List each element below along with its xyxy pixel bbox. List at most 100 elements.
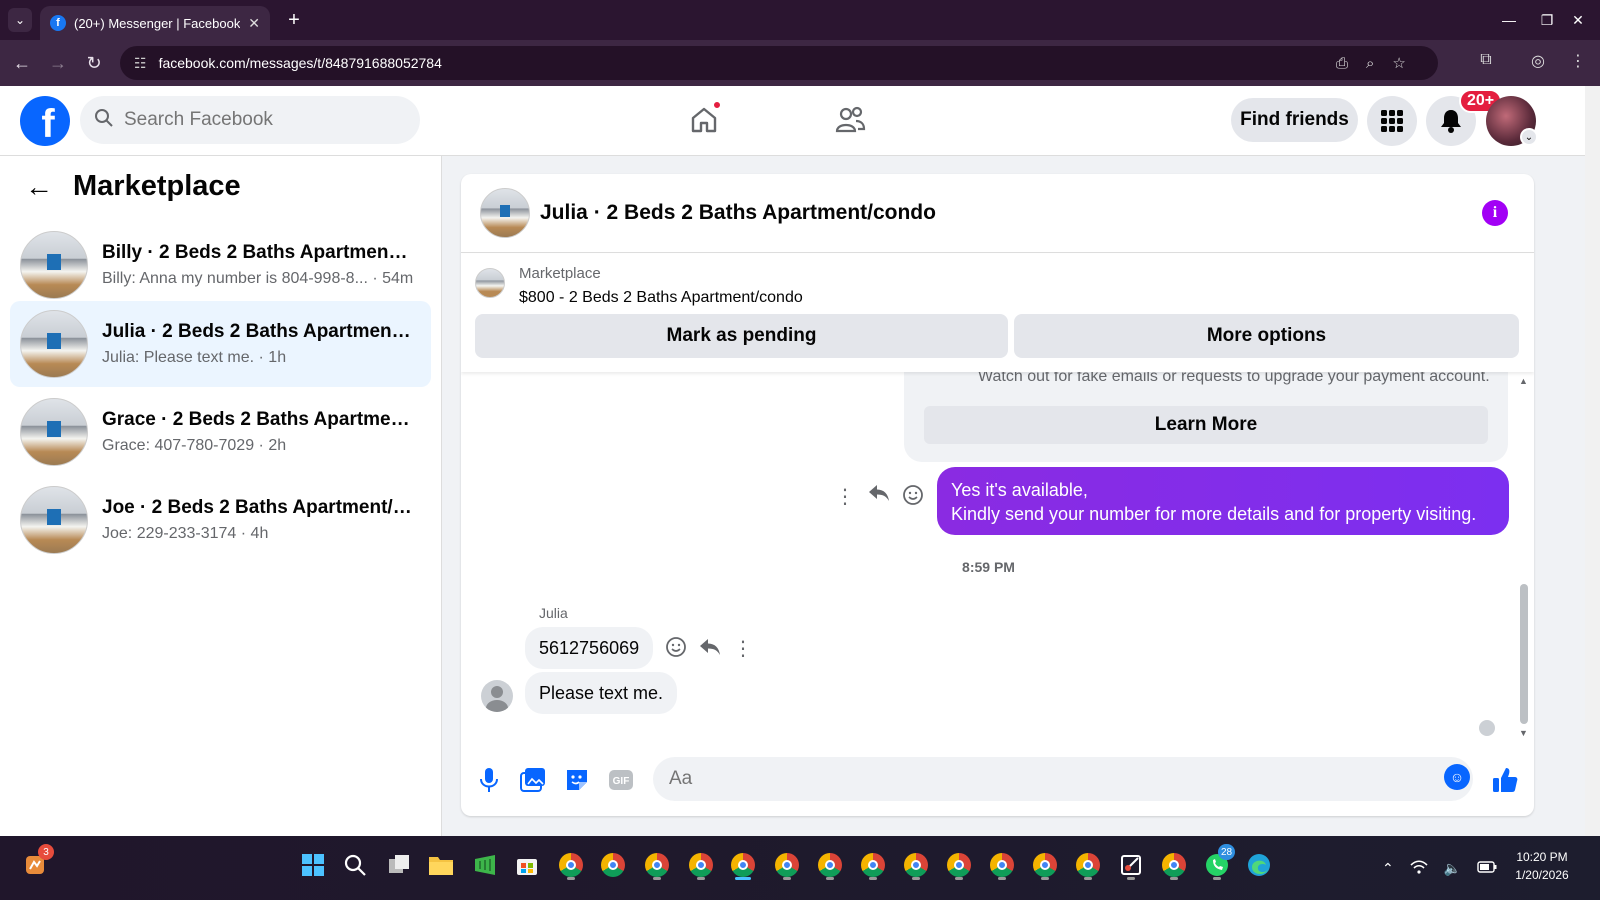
message-more-icon[interactable]: ⋮ <box>833 484 857 509</box>
close-window-icon[interactable]: ✕ <box>1560 6 1596 34</box>
chrome-window-icon[interactable] <box>944 850 974 880</box>
chrome-window-icon[interactable] <box>1030 850 1060 880</box>
url-omnibox[interactable]: ☷ facebook.com/messages/t/84879168805278… <box>120 46 1438 80</box>
chrome-window-icon[interactable] <box>598 850 628 880</box>
message-more-icon[interactable]: ⋮ <box>731 636 755 661</box>
conversation-preview: Grace: 407-780-7029 · 2h <box>102 437 287 454</box>
chrome-window-icon[interactable] <box>556 850 586 880</box>
marketplace-sidebar: ← Marketplace Billy · 2 Beds 2 Baths Apa… <box>0 156 442 836</box>
start-windows-icon[interactable] <box>298 850 328 880</box>
learn-more-button[interactable]: Learn More <box>924 406 1488 444</box>
tab-search-icon[interactable]: ⌄ <box>8 8 32 32</box>
conversation-item-billy[interactable]: Billy · 2 Beds 2 Baths Apartment/c... Bi… <box>10 222 431 308</box>
search-input[interactable] <box>124 109 384 131</box>
react-smiley-icon[interactable] <box>664 636 688 664</box>
emoji-picker-icon[interactable]: ☺ <box>1444 764 1470 790</box>
zoom-icon[interactable]: ⌕ <box>1366 55 1374 72</box>
show-hidden-icons-chevron-icon[interactable]: ⌃ <box>1382 860 1394 877</box>
outgoing-message-bubble[interactable]: Yes it's available, Kindly send your num… <box>937 467 1509 535</box>
chrome-window-icon[interactable] <box>901 850 931 880</box>
microsoft-store-icon[interactable] <box>512 850 542 880</box>
taskbar-search-icon[interactable] <box>340 850 370 880</box>
reload-icon[interactable]: ↻ <box>82 51 106 75</box>
whatsapp-icon[interactable]: 28 <box>1202 844 1236 880</box>
facebook-favicon-icon: f <box>50 15 66 31</box>
incoming-message-bubble[interactable]: Please text me. <box>525 672 678 714</box>
message-composer: GIF ☺ <box>461 752 1534 808</box>
browser-tab-messenger[interactable]: f (20+) Messenger | Facebook ✕ <box>40 6 270 40</box>
chat-scrollbar[interactable]: ▲ ▼ <box>1517 372 1529 742</box>
chat-listing-avatar[interactable] <box>480 188 530 238</box>
scroll-thumb[interactable] <box>1520 584 1528 724</box>
back-arrow-icon[interactable]: ← <box>25 171 53 203</box>
listing-price-title[interactable]: $800 - 2 Beds 2 Baths Apartment/condo <box>519 289 803 307</box>
message-input-box[interactable] <box>653 757 1473 801</box>
julia-avatar[interactable] <box>481 680 513 712</box>
profile-icon[interactable]: ◎ <box>1526 51 1550 71</box>
page-scrollbar[interactable] <box>1585 86 1600 836</box>
volume-icon[interactable]: 🔈 <box>1444 860 1461 877</box>
chrome-window-icon[interactable] <box>686 850 716 880</box>
chrome-window-icon[interactable] <box>1073 850 1103 880</box>
bookmark-star-icon[interactable]: ☆ <box>1392 54 1405 72</box>
file-explorer-icon[interactable] <box>426 850 456 880</box>
friends-icon[interactable] <box>830 100 870 140</box>
message-input[interactable] <box>669 768 1429 790</box>
minimize-icon[interactable]: — <box>1486 6 1532 34</box>
message-list[interactable]: Watch out for fake emails or requests to… <box>461 372 1534 742</box>
extensions-icon[interactable]: ⧉ <box>1474 51 1498 69</box>
snipping-tool-icon[interactable] <box>1116 850 1146 880</box>
chrome-window-icon[interactable] <box>772 850 802 880</box>
chrome-window-icon[interactable] <box>987 850 1017 880</box>
facebook-logo-icon[interactable]: f <box>20 96 70 146</box>
chrome-window-icon-active[interactable] <box>728 850 758 880</box>
account-chevron-down-icon[interactable]: ⌄ <box>1520 128 1538 146</box>
widgets-badge: 3 <box>38 844 54 860</box>
widgets-icon[interactable]: 3 <box>20 844 54 880</box>
restore-icon[interactable]: ❐ <box>1532 6 1562 34</box>
tab-title: (20+) Messenger | Facebook <box>74 15 241 31</box>
taskbar-clock[interactable]: 10:20 PM 1/20/2026 <box>1504 848 1580 884</box>
conversation-info-icon[interactable]: i <box>1482 200 1508 226</box>
reply-icon[interactable] <box>867 484 891 508</box>
search-bar[interactable] <box>80 96 420 144</box>
edge-browser-icon[interactable] <box>1244 850 1274 880</box>
forward-icon[interactable]: → <box>46 51 70 75</box>
wifi-icon[interactable] <box>1410 859 1428 877</box>
chrome-window-icon[interactable] <box>642 850 672 880</box>
incoming-message-bubble[interactable]: 5612756069 <box>525 627 654 669</box>
chrome-window-icon[interactable] <box>858 850 888 880</box>
scroll-up-icon[interactable]: ▲ <box>1519 376 1528 386</box>
reply-icon[interactable] <box>698 638 722 662</box>
chrome-window-icon[interactable] <box>1159 850 1189 880</box>
task-view-icon[interactable] <box>384 850 414 880</box>
battery-icon[interactable] <box>1477 860 1497 876</box>
search-icon <box>94 108 114 133</box>
chrome-window-icon[interactable] <box>815 850 845 880</box>
browser-menu-icon[interactable]: ⋮ <box>1566 51 1590 71</box>
home-icon[interactable] <box>684 100 724 140</box>
sticker-icon[interactable] <box>563 766 591 794</box>
clock-time: 10:20 PM <box>1516 850 1568 864</box>
install-app-icon[interactable]: ⎙ <box>1336 55 1348 72</box>
chat-title[interactable]: Julia · 2 Beds 2 Baths Apartment/condo <box>540 201 936 225</box>
new-tab-icon[interactable]: + <box>282 8 306 32</box>
conversation-item-julia[interactable]: Julia · 2 Beds 2 Baths Apartment/c... Ju… <box>10 301 431 387</box>
conversation-item-joe[interactable]: Joe · 2 Beds 2 Baths Apartment/co... Joe… <box>10 477 431 563</box>
back-icon[interactable]: ← <box>10 51 34 75</box>
spreadsheet-app-icon[interactable] <box>470 850 500 880</box>
facebook-header: f Find friends 20+ ⌄ <box>0 86 1585 156</box>
find-friends-button[interactable]: Find friends <box>1231 98 1358 142</box>
tab-close-icon[interactable]: ✕ <box>248 15 260 32</box>
mark-as-pending-button[interactable]: Mark as pending <box>475 314 1008 358</box>
photo-gallery-icon[interactable] <box>519 766 547 794</box>
react-smiley-icon[interactable] <box>901 484 925 512</box>
microphone-icon[interactable] <box>475 766 503 794</box>
scroll-down-icon[interactable]: ▼ <box>1519 728 1528 738</box>
conversation-item-grace[interactable]: Grace · 2 Beds 2 Baths Apartment/... Gra… <box>10 389 431 475</box>
site-settings-icon[interactable]: ☷ <box>134 55 147 72</box>
menu-grid-icon[interactable] <box>1367 96 1417 146</box>
more-options-button[interactable]: More options <box>1014 314 1519 358</box>
thumbs-up-like-icon[interactable] <box>1491 766 1519 794</box>
gif-icon[interactable]: GIF <box>607 766 635 794</box>
